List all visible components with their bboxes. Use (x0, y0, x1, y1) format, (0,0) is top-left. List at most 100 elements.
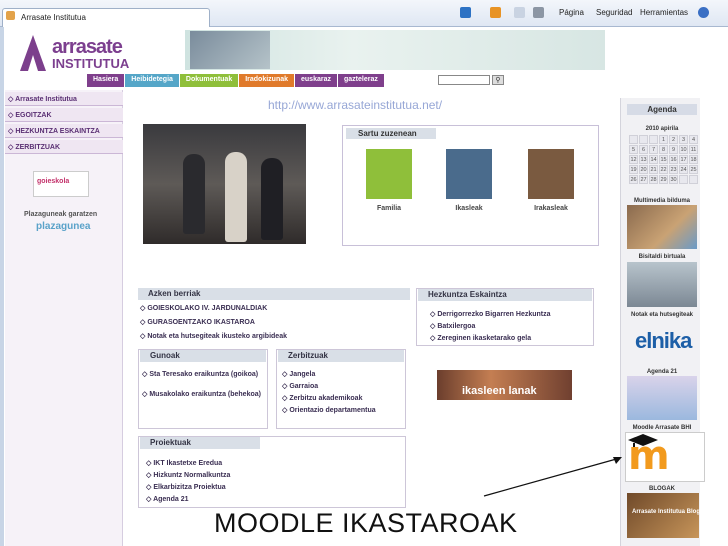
nav-gazteleraz[interactable]: gazteleraz (337, 74, 384, 87)
calendar-day[interactable]: 2 (669, 135, 678, 144)
sidebar-item-egoitzak[interactable]: ◇ EGOITZAK (5, 108, 123, 122)
zerbitzuak-item[interactable]: ◇ Garraioa (282, 382, 318, 390)
news-item-label: GURASOENTZAKO IKASTAROA (147, 319, 255, 326)
security-menu[interactable]: Seguridad (596, 8, 632, 17)
mail-icon[interactable] (514, 7, 525, 18)
moodle-label: Moodle Arrasate BHI (632, 425, 692, 431)
calendar-day[interactable]: 23 (669, 165, 678, 174)
zerbitzuak-item[interactable]: ◇ Orientazio departamentua (282, 406, 400, 414)
calendar-day[interactable]: 28 (649, 175, 658, 184)
proiektuak-item[interactable]: ◇ Hizkuntz Normalkuntza (146, 471, 230, 479)
proiektuak-item-label: Hizkuntz Normalkuntza (153, 472, 231, 479)
browser-tab[interactable]: Arrasate Institutua (2, 8, 210, 27)
help-icon[interactable] (698, 7, 709, 18)
calendar-day[interactable]: 15 (659, 155, 668, 164)
plaza-logo[interactable]: plazagunea (36, 221, 90, 232)
zerbitzuak-item[interactable]: ◇ Zerbitzu akademikoak (282, 394, 362, 402)
calendar-day[interactable]: 19 (629, 165, 638, 174)
proiektuak-item[interactable]: ◇ Elkarbizitza Proiektua (146, 483, 226, 491)
calendar-day[interactable]: 3 (679, 135, 688, 144)
print-icon[interactable] (533, 7, 544, 18)
calendar-day[interactable]: 8 (659, 145, 668, 154)
calendar-day[interactable]: 9 (669, 145, 678, 154)
gunoak-item[interactable]: ◇ Musakolako eraikuntza (behekoa) (142, 390, 264, 398)
section-title: Proiektuak (140, 437, 260, 449)
page-menu[interactable]: Página (559, 8, 584, 17)
calendar-day[interactable]: 16 (669, 155, 678, 164)
bisitaldi-label: Bisitaldi birtuala (638, 254, 686, 260)
news-item-label: GOIESKOLAKO IV. JARDUNALDIAK (147, 305, 268, 312)
calendar-day[interactable]: 24 (679, 165, 688, 174)
blogak-image[interactable] (627, 493, 699, 538)
proiektuak-item[interactable]: ◇ Agenda 21 (146, 495, 188, 503)
gunoak-item[interactable]: ◇ Sta Teresako eraikuntza (goikoa) (142, 370, 264, 378)
news-item[interactable]: ◇ Notak eta hutsegiteak ikusteko argibid… (140, 332, 287, 340)
search-input[interactable] (438, 75, 490, 85)
calendar-day[interactable]: 17 (679, 155, 688, 164)
section-title: Hezkuntza Eskaintza (418, 289, 592, 301)
sidebar-item-zerbitzuak[interactable]: ◇ ZERBITZUAK (5, 140, 123, 154)
nav-iradokizunak[interactable]: Iradokizunak (239, 74, 295, 87)
calendar-day[interactable]: 25 (689, 165, 698, 174)
hezkuntza-item[interactable]: ◇ Zereginen ikasketarako gela (430, 334, 531, 342)
hezkuntza-item[interactable]: ◇ Batxilergoa (430, 322, 475, 330)
news-item[interactable]: ◇ GOIESKOLAKO IV. JARDUNALDIAK (140, 304, 267, 312)
blogak-label: BLOGAK (649, 486, 675, 492)
nav-hasiera[interactable]: Hasiera (87, 74, 125, 87)
calendar-day[interactable]: 22 (659, 165, 668, 174)
calendar-day (629, 135, 638, 144)
calendar-day[interactable]: 11 (689, 145, 698, 154)
logo-subtext: INSTITUTUA (52, 56, 130, 71)
main-nav: Hasiera Heibidetegia Dokumentuak Iradoki… (87, 74, 385, 87)
tile-ikasleak[interactable] (446, 149, 492, 199)
home-icon[interactable] (460, 7, 471, 18)
nav-euskaraz[interactable]: euskaraz (295, 74, 337, 87)
calendar-day[interactable]: 18 (689, 155, 698, 164)
sidebar-item-label: HEZKUNTZA ESKAINTZA (15, 128, 100, 135)
calendar-day[interactable]: 13 (639, 155, 648, 164)
agenda-title: Agenda (627, 104, 697, 115)
gunoak-item-label: Musakolako eraikuntza (behekoa) (149, 391, 261, 398)
photo-figure (261, 158, 283, 240)
calendar-grid: 1 2 3 4 5 6 7 8 9 10 11 12 13 14 15 16 17 18 19 20 21 22 23 24 2… (629, 135, 698, 184)
calendar-day[interactable]: 30 (669, 175, 678, 184)
calendar-day[interactable]: 10 (679, 145, 688, 154)
zerbitzuak-item[interactable]: ◇ Jangela (282, 370, 315, 378)
annotation-arrow-icon (483, 457, 622, 497)
proiektuak-item[interactable]: ◇ IKT Ikastetxe Eredua (146, 459, 222, 467)
calendar-day[interactable]: 12 (629, 155, 638, 164)
tile-label: Familia (376, 205, 402, 212)
agenda21-image[interactable] (627, 376, 697, 420)
calendar-day[interactable]: 14 (649, 155, 658, 164)
bisitaldi-image[interactable] (627, 262, 697, 307)
calendar-day[interactable]: 27 (639, 175, 648, 184)
calendar-day[interactable]: 26 (629, 175, 638, 184)
nav-heibidetegia[interactable]: Heibidetegia (125, 74, 179, 87)
tile-label: Ikasleak (455, 205, 483, 212)
calendar-day[interactable]: 21 (649, 165, 658, 174)
multimedia-image[interactable] (627, 205, 697, 249)
tile-familia[interactable] (366, 149, 412, 199)
calendar-day[interactable]: 4 (689, 135, 698, 144)
elnika-logo[interactable]: elnika (635, 328, 692, 354)
sidebar-item-label: EGOITZAK (15, 112, 52, 119)
news-item[interactable]: ◇ GURASOENTZAKO IKASTAROA (140, 318, 255, 326)
tile-irakasleak[interactable] (528, 149, 574, 199)
calendar-day[interactable]: 29 (659, 175, 668, 184)
sidebar-item-hezkuntza[interactable]: ◇ HEZKUNTZA ESKAINTZA (5, 124, 123, 138)
tools-menu[interactable]: Herramientas (640, 8, 688, 17)
goieskola-label: goieskola (37, 178, 70, 185)
calendar-day[interactable]: 5 (629, 145, 638, 154)
hezkuntza-item-label: Derrigorrezko Bigarren Hezkuntza (437, 311, 551, 318)
feeds-icon[interactable] (490, 7, 501, 18)
calendar-day[interactable]: 6 (639, 145, 648, 154)
gunoak-item-label: Sta Teresako eraikuntza (goikoa) (149, 371, 259, 378)
sidebar-item-arrasate[interactable]: ◇ Arrasate Institutua (5, 92, 123, 106)
nav-dokumentuak[interactable]: Dokumentuak (179, 74, 239, 87)
section-title: Azken berriak (138, 288, 410, 300)
search-icon[interactable]: ⚲ (492, 75, 504, 85)
calendar-day[interactable]: 1 (659, 135, 668, 144)
calendar-day[interactable]: 7 (649, 145, 658, 154)
hezkuntza-item[interactable]: ◇ Derrigorrezko Bigarren Hezkuntza (430, 310, 551, 318)
calendar-day[interactable]: 20 (639, 165, 648, 174)
